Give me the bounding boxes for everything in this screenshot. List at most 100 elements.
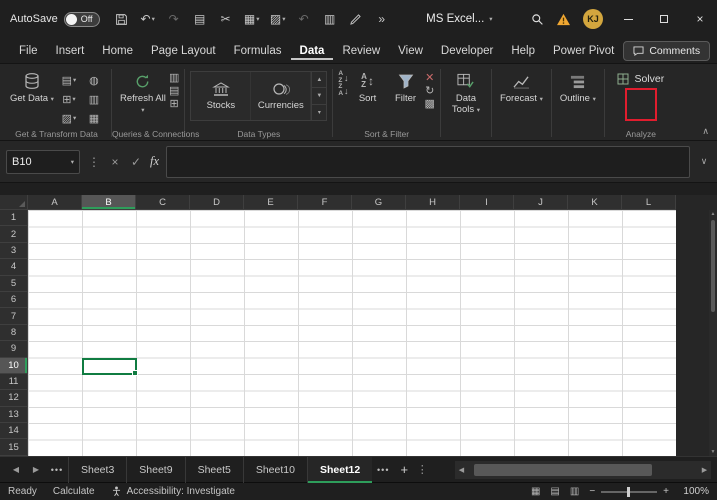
row-header-1[interactable]: 1 [0, 210, 28, 226]
cells-area[interactable] [28, 210, 676, 456]
tab-help[interactable]: Help [502, 42, 544, 60]
column-header-E[interactable]: E [244, 195, 298, 210]
recent-sources-button[interactable]: ▥ [82, 90, 106, 108]
select-all-button[interactable] [0, 195, 28, 210]
horizontal-scrollbar[interactable]: ◀ ▶ [455, 461, 711, 479]
vertical-scroll-thumb[interactable] [711, 220, 715, 312]
new-sheet-button[interactable]: + [394, 462, 414, 477]
zoom-out-button[interactable]: − [589, 486, 595, 497]
properties-button[interactable]: ▤ [169, 84, 179, 97]
vertical-scrollbar[interactable]: ▲ ▼ [709, 210, 717, 456]
row-header-9[interactable]: 9 [0, 341, 28, 357]
existing-connections-button[interactable]: ▦ [82, 109, 106, 127]
sheet-tab-sheet9[interactable]: Sheet9 [126, 457, 184, 483]
from-web-button[interactable]: ◍ [82, 71, 106, 89]
column-header-A[interactable]: A [28, 195, 82, 210]
autosave-toggle[interactable]: AutoSave Off [10, 12, 100, 27]
scroll-up-icon[interactable]: ▲ [711, 210, 716, 218]
column-header-J[interactable]: J [514, 195, 568, 210]
page-layout-view-button[interactable]: ▤ [550, 486, 559, 497]
outline-button[interactable]: Outline ▾ [557, 67, 599, 105]
column-header-B[interactable]: B [82, 195, 136, 210]
tab-insert[interactable]: Insert [47, 42, 94, 60]
normal-view-button[interactable]: ▦ [531, 486, 540, 497]
tab-page-layout[interactable]: Page Layout [142, 42, 225, 60]
save-button[interactable] [110, 6, 134, 32]
row-header-3[interactable]: 3 [0, 243, 28, 259]
tab-power-pivot[interactable]: Power Pivot [544, 42, 623, 60]
queries-connections-button[interactable]: ▥ [169, 71, 179, 84]
row-header-8[interactable]: 8 [0, 325, 28, 341]
column-header-K[interactable]: K [568, 195, 622, 210]
page-break-view-button[interactable]: ▥ [570, 486, 579, 497]
tab-developer[interactable]: Developer [432, 42, 502, 60]
edit-links-button[interactable]: ⊞ [169, 97, 179, 110]
formula-input[interactable] [166, 146, 690, 178]
forecast-button[interactable]: Forecast ▾ [497, 67, 546, 105]
next-sheet-button[interactable]: ▶ [26, 465, 46, 474]
from-text-csv-button[interactable]: ▤▾ [57, 71, 81, 89]
column-header-F[interactable]: F [298, 195, 352, 210]
maximize-button[interactable] [647, 0, 681, 38]
copy-button[interactable]: ▤ [188, 6, 212, 32]
row-header-4[interactable]: 4 [0, 259, 28, 275]
row-header-11[interactable]: 11 [0, 374, 28, 390]
filter-button[interactable]: Filter [387, 67, 425, 105]
row-header-15[interactable]: 15 [0, 439, 28, 455]
tab-review[interactable]: Review [333, 42, 389, 60]
from-picture-button[interactable]: ▨▾ [57, 109, 81, 127]
chart-button[interactable]: ▦▾ [240, 6, 264, 32]
prev-sheet-button[interactable]: ◀ [6, 465, 26, 474]
gallery-scrollbar[interactable]: ▲ ▼ ▾ [311, 72, 326, 120]
scroll-down-icon[interactable]: ▼ [711, 448, 716, 456]
collapse-ribbon-button[interactable]: ∧ [702, 126, 709, 137]
tab-data[interactable]: Data [291, 42, 334, 60]
stocks-button[interactable]: Stocks [191, 72, 251, 120]
row-header-10[interactable]: 10 [0, 358, 28, 374]
scroll-down-icon[interactable]: ▼ [312, 88, 326, 104]
zoom-slider-thumb[interactable] [627, 487, 630, 497]
expand-formula-bar-button[interactable]: ∨ [697, 156, 711, 167]
row-header-2[interactable]: 2 [0, 226, 28, 242]
zoom-level[interactable]: 100% [679, 486, 709, 497]
sort-button[interactable]: AZ ↕ Sort [349, 67, 387, 105]
sheet-options-button[interactable]: ⋮ [414, 463, 430, 476]
get-data-button[interactable]: Get Data ▾ [7, 67, 57, 105]
column-header-D[interactable]: D [190, 195, 244, 210]
tab-home[interactable]: Home [93, 42, 142, 60]
more-sheets-right-button[interactable]: ••• [372, 465, 394, 475]
window-title-group[interactable]: MS Excel... ▾ [426, 13, 492, 25]
solver-button[interactable]: Solver [617, 73, 664, 85]
sheet-tab-sheet3[interactable]: Sheet3 [68, 457, 126, 483]
column-header-L[interactable]: L [622, 195, 676, 210]
accessibility-status[interactable]: Accessibility: Investigate [111, 486, 235, 497]
zoom-in-button[interactable]: + [663, 486, 669, 497]
data-tools-button[interactable]: Data Tools ▾ [446, 67, 486, 116]
more-sheets-left-button[interactable]: ••• [46, 465, 68, 475]
tab-file[interactable]: File [10, 42, 47, 60]
redo-button[interactable]: ↷ [162, 6, 186, 32]
reapply-filter-button[interactable]: ↻ [425, 84, 435, 97]
ink-button[interactable] [344, 6, 368, 32]
horizontal-scroll-thumb[interactable] [474, 464, 652, 476]
row-header-5[interactable]: 5 [0, 276, 28, 292]
scroll-left-icon[interactable]: ◀ [455, 466, 468, 474]
autosave-switch[interactable]: Off [64, 12, 100, 27]
cut-button[interactable]: ✂ [214, 6, 238, 32]
confirm-entry-button[interactable]: ✓ [129, 155, 143, 169]
clear-filter-button[interactable]: ✕ [425, 71, 435, 84]
cancel-entry-button[interactable]: × [108, 155, 122, 169]
column-header-C[interactable]: C [136, 195, 190, 210]
scroll-right-icon[interactable]: ▶ [698, 466, 711, 474]
account-avatar[interactable]: KJ [583, 9, 603, 29]
row-header-7[interactable]: 7 [0, 308, 28, 324]
gallery-more-icon[interactable]: ▾ [312, 105, 326, 120]
column-header-H[interactable]: H [406, 195, 460, 210]
tab-formulas[interactable]: Formulas [225, 42, 291, 60]
name-box[interactable]: B10 ▾ [6, 150, 80, 174]
sheet-tab-sheet10[interactable]: Sheet10 [243, 457, 307, 483]
sort-descending-button[interactable]: ZA ↓ [338, 84, 348, 97]
calculate-status[interactable]: Calculate [53, 486, 95, 497]
currencies-button[interactable]: Currencies [251, 72, 311, 120]
zoom-slider[interactable] [601, 491, 657, 493]
